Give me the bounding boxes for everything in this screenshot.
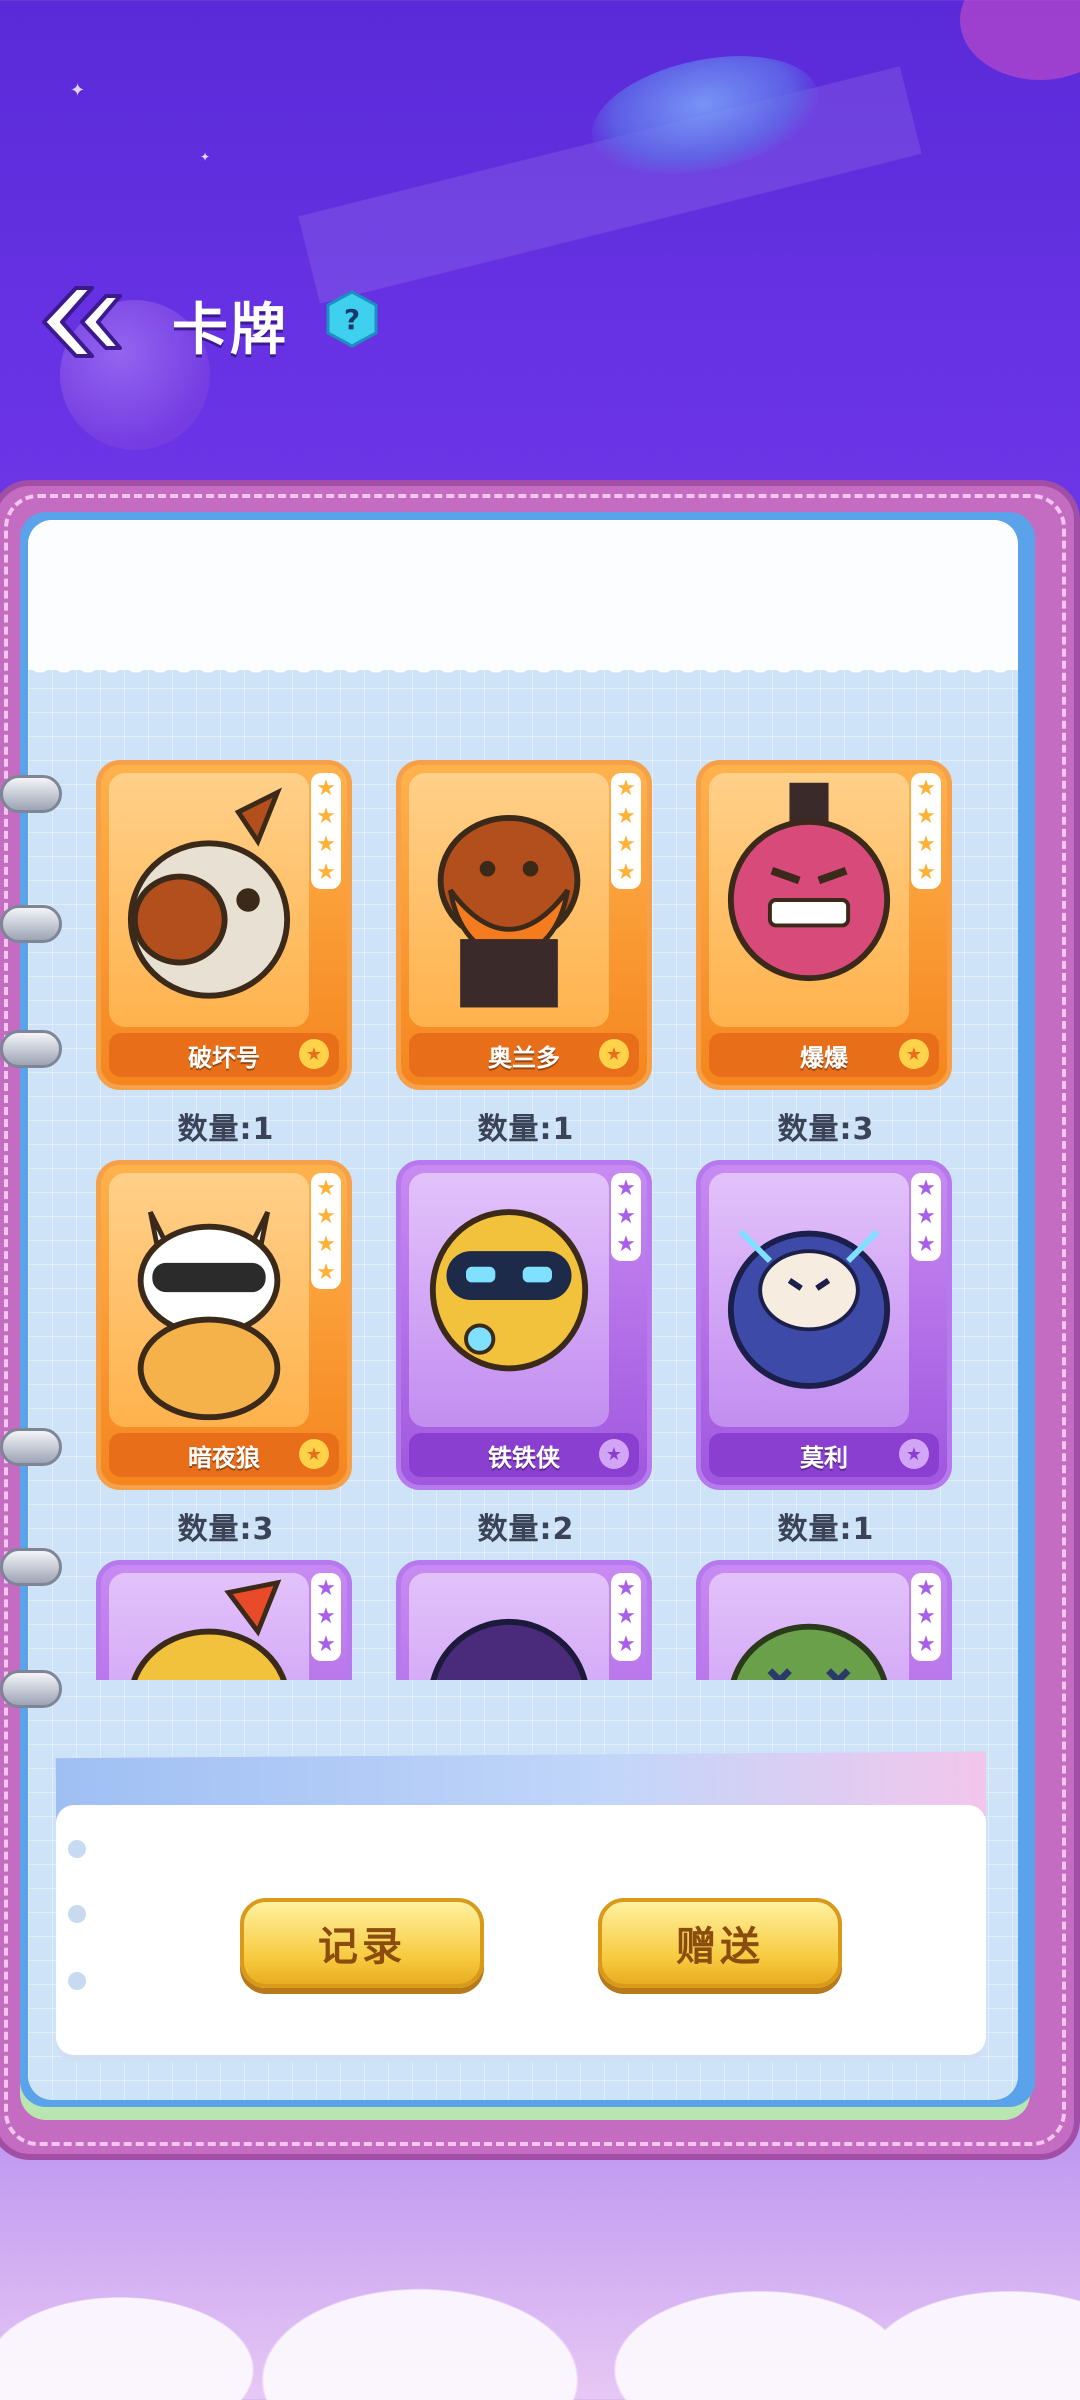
character-portrait-aolanduo — [409, 773, 609, 1027]
background-star: ✦ — [200, 150, 211, 164]
card[interactable]: ★ ★ ★ — [696, 1560, 952, 1680]
character-portrait-tietiexia — [409, 1173, 609, 1427]
background-orb — [960, 0, 1080, 80]
binder-ring — [0, 1030, 62, 1068]
star-rating: ★ ★ ★ ★ — [911, 773, 941, 889]
back-button[interactable] — [36, 282, 136, 362]
character-portrait-pohuaihao — [109, 773, 309, 1027]
background-clouds — [0, 2230, 1080, 2400]
star-badge-icon: ★ — [899, 1439, 929, 1469]
gift-button[interactable]: 赠送 — [598, 1898, 842, 1988]
card-slot[interactable]: ★ ★ ★ ★ 奥兰多 ★ 数量:1 — [396, 760, 656, 1148]
star-badge-icon: ★ — [299, 1039, 329, 1069]
card-quantity: 数量:3 — [177, 1512, 275, 1547]
card[interactable]: ★ ★ ★ ★ 爆爆 ★ — [696, 760, 952, 1090]
page-title: 卡牌 — [172, 298, 288, 363]
card-slot[interactable]: ★ ★ ★ 铁铁侠 ★ 数量:2 — [396, 1160, 656, 1548]
star-badge-icon: ★ — [299, 1439, 329, 1469]
card[interactable]: ★ ★ ★ — [96, 1560, 352, 1680]
card-slot[interactable]: ★ ★ ★ — [696, 1560, 956, 1680]
page-scallop — [28, 660, 1018, 686]
card-slot[interactable]: ★ ★ ★ ★ 爆爆 ★ 数量:3 — [696, 760, 956, 1148]
card[interactable]: ★ ★ ★ — [396, 1560, 652, 1680]
action-panel — [56, 1805, 986, 2055]
paper-hole — [68, 1972, 86, 1990]
star-rating: ★ ★ ★ — [611, 1573, 641, 1661]
star-rating: ★ ★ ★ — [911, 1173, 941, 1261]
card-quantity: 数量:1 — [777, 1512, 875, 1547]
star-rating: ★ ★ ★ ★ — [311, 773, 341, 889]
card-quantity: 数量:1 — [477, 1112, 575, 1147]
card-quantity: 数量:1 — [177, 1112, 275, 1147]
star-badge-icon: ★ — [899, 1039, 929, 1069]
paper-hole — [68, 1840, 86, 1858]
page-header-strip — [28, 520, 1018, 670]
star-badge-icon: ★ — [599, 1439, 629, 1469]
character-portrait-baobao — [709, 773, 909, 1027]
star-rating: ★ ★ ★ — [911, 1573, 941, 1661]
card-slot[interactable]: ★ ★ ★ ★ 破坏号 ★ 数量:1 — [96, 760, 356, 1148]
binder-ring — [0, 1428, 62, 1466]
card[interactable]: ★ ★ ★ ★ 奥兰多 ★ — [396, 760, 652, 1090]
help-button[interactable]: ? — [325, 290, 379, 348]
star-rating: ★ ★ ★ — [611, 1173, 641, 1261]
binder-ring — [0, 905, 62, 943]
card-quantity: 数量:2 — [477, 1512, 575, 1547]
record-button[interactable]: 记录 — [240, 1898, 484, 1988]
character-portrait-zombie — [709, 1573, 909, 1680]
card[interactable]: ★ ★ ★ ★ 破坏号 ★ — [96, 760, 352, 1090]
background-star: ✦ — [70, 80, 86, 101]
star-rating: ★ ★ ★ ★ — [311, 1173, 341, 1289]
star-badge-icon: ★ — [599, 1039, 629, 1069]
paper-hole — [68, 1905, 86, 1923]
card[interactable]: ★ ★ ★ ★ 暗夜狼 ★ — [96, 1160, 352, 1490]
card-slot[interactable]: ★ ★ ★ 莫利 ★ 数量:1 — [696, 1160, 956, 1548]
card[interactable]: ★ ★ ★ 铁铁侠 ★ — [396, 1160, 652, 1490]
card-slot[interactable]: ★ ★ ★ ★ 暗夜狼 ★ 数量:3 — [96, 1160, 356, 1548]
character-portrait-moli — [709, 1173, 909, 1427]
card-slot[interactable]: ★ ★ ★ — [396, 1560, 656, 1680]
character-portrait-anyelang — [109, 1173, 309, 1427]
binder-ring — [0, 1548, 62, 1586]
card-quantity: 数量:3 — [777, 1112, 875, 1147]
question-hexagon-icon: ? — [326, 290, 378, 348]
card[interactable]: ★ ★ ★ 莫利 ★ — [696, 1160, 952, 1490]
help-label: ? — [344, 303, 360, 336]
binder-ring — [0, 1670, 62, 1708]
character-portrait-hooded — [409, 1573, 609, 1680]
character-portrait-helmet — [109, 1573, 309, 1680]
card-slot[interactable]: ★ ★ ★ — [96, 1560, 356, 1680]
card-grid: ★ ★ ★ ★ 破坏号 ★ 数量:1 ★ ★ ★ ★ 奥兰多 ★ 数量:1 ★ … — [96, 760, 956, 1680]
double-chevron-left-icon — [42, 286, 122, 358]
binder-ring — [0, 775, 62, 813]
star-rating: ★ ★ ★ — [311, 1573, 341, 1661]
star-rating: ★ ★ ★ ★ — [611, 773, 641, 889]
